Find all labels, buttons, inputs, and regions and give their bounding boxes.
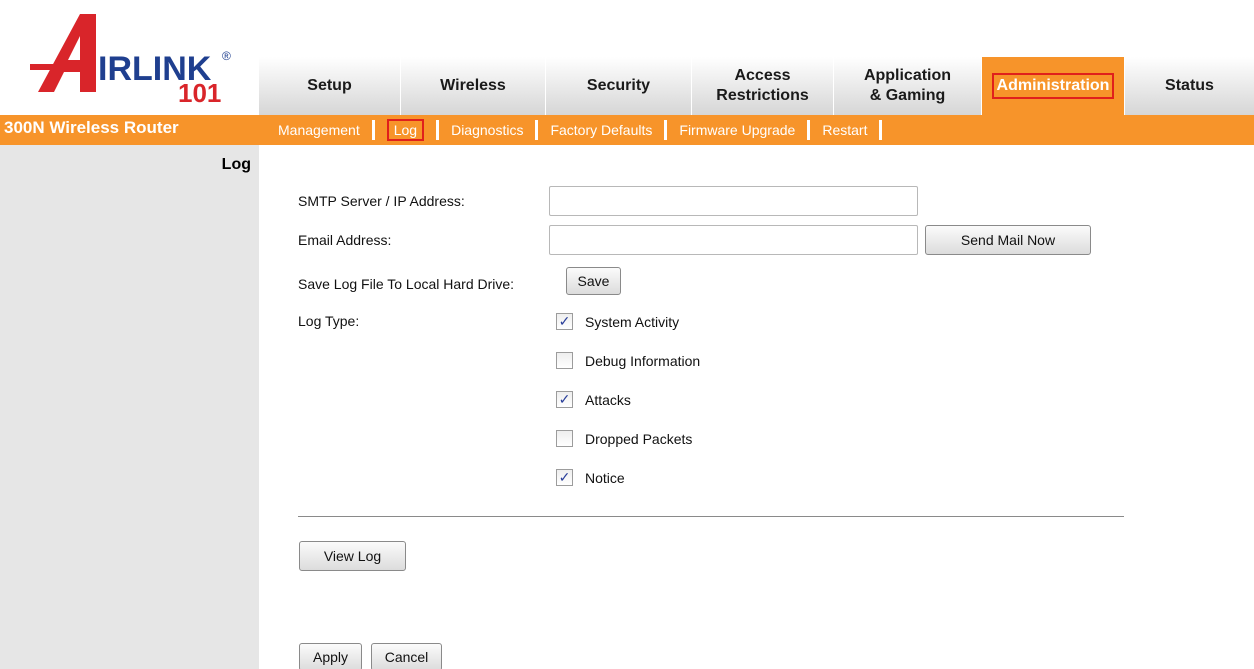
attacks-checkbox[interactable]: ✓	[556, 391, 573, 408]
subnav-separator	[436, 120, 440, 140]
subnav-separator	[664, 120, 668, 140]
subnav-separator	[535, 120, 539, 140]
subnav-management[interactable]: Management	[272, 122, 366, 138]
notice-checkbox[interactable]: ✓	[556, 469, 573, 486]
smtp-label: SMTP Server / IP Address:	[298, 193, 465, 209]
cancel-button[interactable]: Cancel	[371, 643, 442, 669]
email-address-input[interactable]	[549, 225, 918, 255]
sub-nav: Management Log Diagnostics Factory Defau…	[272, 115, 888, 145]
airlink101-logo: IRLINK ® 101	[30, 6, 240, 106]
system-activity-checkbox[interactable]: ✓	[556, 313, 573, 330]
apply-button[interactable]: Apply	[299, 643, 362, 669]
tab-administration[interactable]: Administration	[982, 57, 1125, 115]
log-type-label: Log Type:	[298, 313, 360, 329]
main-tab-bar: Setup Wireless Security Access Restricti…	[259, 57, 1254, 115]
left-sidebar: Log	[0, 145, 259, 669]
subnav-diagnostics[interactable]: Diagnostics	[445, 122, 529, 138]
subnav-separator	[807, 120, 811, 140]
subnav-factory-defaults[interactable]: Factory Defaults	[544, 122, 658, 138]
email-label: Email Address:	[298, 232, 392, 248]
logo-number: 101	[178, 78, 221, 106]
dropped-packets-checkbox[interactable]	[556, 430, 573, 447]
tab-wireless[interactable]: Wireless	[401, 57, 546, 115]
view-log-button[interactable]: View Log	[299, 541, 406, 571]
log-type-debug-information: Debug Information	[556, 352, 700, 369]
subnav-separator	[371, 120, 375, 140]
tab-setup[interactable]: Setup	[259, 57, 401, 115]
subnav-firmware-upgrade[interactable]: Firmware Upgrade	[673, 122, 801, 138]
section-title: Log	[221, 156, 251, 173]
tab-security[interactable]: Security	[546, 57, 692, 115]
tab-access-restrictions[interactable]: Access Restrictions	[692, 57, 834, 115]
subnav-separator	[879, 120, 883, 140]
tab-application-gaming[interactable]: Application & Gaming	[834, 57, 982, 115]
section-divider	[298, 516, 1124, 517]
svg-text:®: ®	[222, 49, 231, 63]
send-mail-now-button[interactable]: Send Mail Now	[925, 225, 1091, 255]
log-type-notice: ✓ Notice	[556, 469, 625, 486]
subnav-log[interactable]: Log	[381, 119, 430, 141]
save-log-button[interactable]: Save	[566, 267, 621, 295]
product-name: 300N Wireless Router	[4, 118, 179, 137]
log-type-attacks: ✓ Attacks	[556, 391, 631, 408]
subnav-restart[interactable]: Restart	[816, 122, 873, 138]
debug-information-checkbox[interactable]	[556, 352, 573, 369]
log-type-system-activity: ✓ System Activity	[556, 313, 679, 330]
tab-status[interactable]: Status	[1125, 57, 1254, 115]
save-log-label: Save Log File To Local Hard Drive:	[298, 276, 515, 292]
smtp-server-input[interactable]	[549, 186, 918, 216]
log-type-dropped-packets: Dropped Packets	[556, 430, 692, 447]
